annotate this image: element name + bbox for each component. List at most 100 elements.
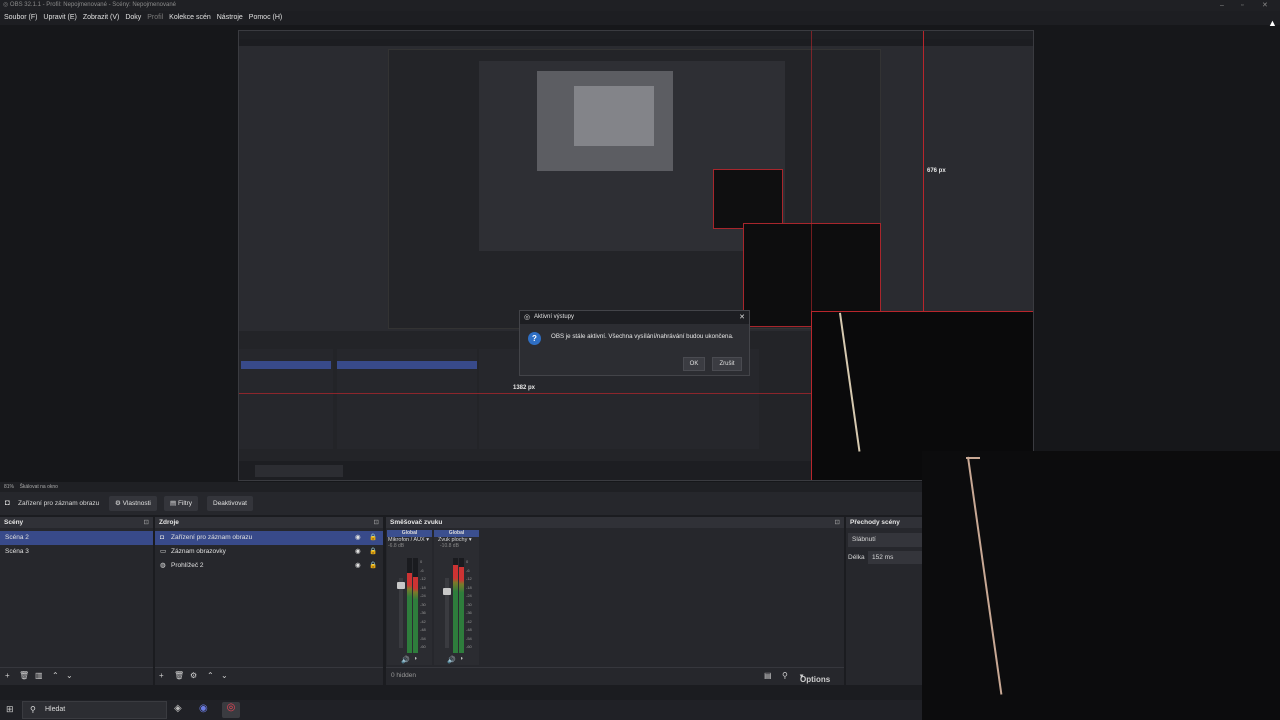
filters-button[interactable]: ▤ Filtry [164,496,199,511]
volume-slider-handle[interactable] [443,588,451,595]
browser-icon[interactable]: ◉ [199,703,208,714]
eye-icon[interactable]: ◉ [355,531,361,545]
eye-icon[interactable]: ◉ [355,559,361,573]
sources-dock: Zdroje ⊡ ◘ Zařízení pro záznam obrazu ◉ 🔒… [155,517,383,685]
zoom-level[interactable]: 81% [4,484,14,490]
source-item[interactable]: ◍ Prohlížeč 2 ◉ 🔒 [155,559,383,573]
menu-tools[interactable]: Nástroje [217,11,243,25]
close-icon[interactable]: ✕ [1262,0,1268,11]
app-icon: ◎ [3,2,9,8]
filters-label: Filtry [177,500,193,507]
options-button[interactable]: Options ▾ [800,672,830,684]
db-tick: -54 [420,635,426,641]
monitor-icon: ▭ [160,548,167,555]
menu-file[interactable]: Soubor (F) [4,11,37,25]
db-tick: 0 [420,559,423,564]
db-scale: 0 -6 -12 -18 -24 -30 -36 -42 -48 -54 -60 [466,558,472,652]
channel-db: -6.8 dB [388,543,405,549]
lock-icon[interactable]: 🔒 [369,559,377,573]
link-icon[interactable]: ⚲ [782,671,788,680]
sources-header: Zdroje ⊡ [155,517,383,528]
source-item[interactable]: ◘ Zařízení pro záznam obrazu ◉ 🔒 [155,531,383,545]
obs-taskbar-icon[interactable]: ◎ [222,702,240,718]
move-down-icon[interactable]: ⌄ [221,671,228,680]
transitions-dock: Přechody scény Slábnutí Délka 152 ms [846,517,922,685]
scenes-footer: + 🗑 ▥ ⌃ ⌄ [0,667,153,685]
search-placeholder: Hledat [45,706,66,713]
active-outputs-dialog: Aktivní výstupy ◎ ✕ ? OBS je stále aktiv… [519,310,750,376]
lock-icon[interactable]: 🔒 [369,545,377,559]
menu-help[interactable]: Pomoc (H) [249,11,282,25]
mixer-header: Směšovač zvuku ⊡ [386,517,844,528]
scene-item[interactable]: Scéna 3 [0,545,153,559]
cancel-button[interactable]: Zrušit [712,357,742,371]
filter-icon: ▤ [170,500,178,507]
gear-icon[interactable]: ⚙ [190,671,197,680]
move-up-icon[interactable]: ⌃ [52,671,59,680]
db-tick: -60 [420,644,426,649]
add-icon[interactable]: + [5,671,10,680]
speaker-icon[interactable]: 🔊 [401,656,410,664]
height-measurement-label: 676 px [927,168,946,174]
db-tick: -18 [420,584,426,590]
db-tick: -30 [420,601,426,607]
audio-mixer-dock: Směšovač zvuku ⊡ Global Mikrofon / AUX ▾ … [386,517,844,685]
window-title: OBS 32.1.1 - Profil: Nepojmenované - Scé… [9,2,177,8]
ok-button[interactable]: OK [683,357,705,371]
db-tick: -24 [420,593,426,598]
question-icon: ? [528,332,541,345]
search-input[interactable]: ⚲ Hledat [22,701,167,719]
search-icon: ⚲ [30,705,36,714]
filter-icon[interactable]: ▥ [35,671,43,680]
camera-icon: ◘ [5,498,10,507]
transition-select[interactable]: Slábnutí [848,533,922,547]
db-tick: -42 [466,618,472,624]
app-icon[interactable]: ◈ [174,703,182,714]
level-meter [413,558,418,653]
properties-button[interactable]: ⚙ Vlastnosti [109,496,157,511]
menu-bar: Soubor (F) Upravit (E) Zobrazit (V) Doky… [0,11,1280,25]
dialog-close-icon[interactable]: ✕ [739,313,745,321]
dock-settings-icon[interactable]: ⊡ [144,517,149,528]
scenes-header: Scény ⊡ [0,517,153,528]
source-label: Záznam obrazovky [171,548,226,555]
volume-slider-handle[interactable] [397,582,405,589]
menu-profile[interactable]: Profil [147,11,163,25]
source-toolbar: ◘ Zařízení pro záznam obrazu ⚙ Vlastnost… [0,492,922,515]
menu-docks[interactable]: Doky [125,11,141,25]
headphones-icon[interactable]: ◗ [460,656,464,662]
layout-icon[interactable]: ▤ [764,671,772,680]
maximize-icon[interactable]: ▫ [1241,0,1243,11]
minimize-icon[interactable]: – [1220,0,1224,11]
move-up-icon[interactable]: ⌃ [207,671,214,680]
source-item[interactable]: ▭ Záznam obrazovky ◉ 🔒 [155,545,383,559]
db-tick: -48 [466,627,472,632]
db-tick: -60 [466,644,472,649]
move-down-icon[interactable]: ⌄ [66,671,73,680]
lock-icon[interactable]: 🔒 [369,531,377,545]
dialog-message: OBS je stále aktivní. Všechna vysílání/n… [551,333,734,340]
video-capture-overlay [922,451,1280,720]
level-meter [407,558,412,653]
eye-icon[interactable]: ◉ [355,545,361,559]
scenes-title: Scény [4,519,24,526]
obs-logo-icon: ◎ [524,314,531,321]
start-icon[interactable]: ⊞ [6,704,14,715]
zoom-mode[interactable]: Škálovat na okno [20,484,58,490]
trash-icon[interactable]: 🗑 [174,671,184,680]
dock-settings-icon[interactable]: ⊡ [374,517,379,528]
dock-settings-icon[interactable]: ⊡ [835,517,840,528]
channel-tag: Global [387,530,432,537]
trash-icon[interactable]: 🗑 [19,671,29,680]
scene-item[interactable]: Scéna 2 [0,531,153,545]
headphones-icon[interactable]: ◗ [414,656,418,662]
add-icon[interactable]: + [159,671,164,680]
duration-input[interactable]: 152 ms [868,551,922,564]
menu-view[interactable]: Zobrazit (V) [83,11,120,25]
db-tick: -48 [420,627,426,632]
menu-scene-collection[interactable]: Kolekce scén [169,11,211,25]
speaker-icon[interactable]: 🔊 [447,656,456,664]
mixer-channel: Global Zvuk plochy ▾ -10.8 dB 0 -6 -12 -18-… [434,530,479,665]
deactivate-button[interactable]: Deaktivovat [207,496,253,511]
menu-edit[interactable]: Upravit (E) [43,11,76,25]
